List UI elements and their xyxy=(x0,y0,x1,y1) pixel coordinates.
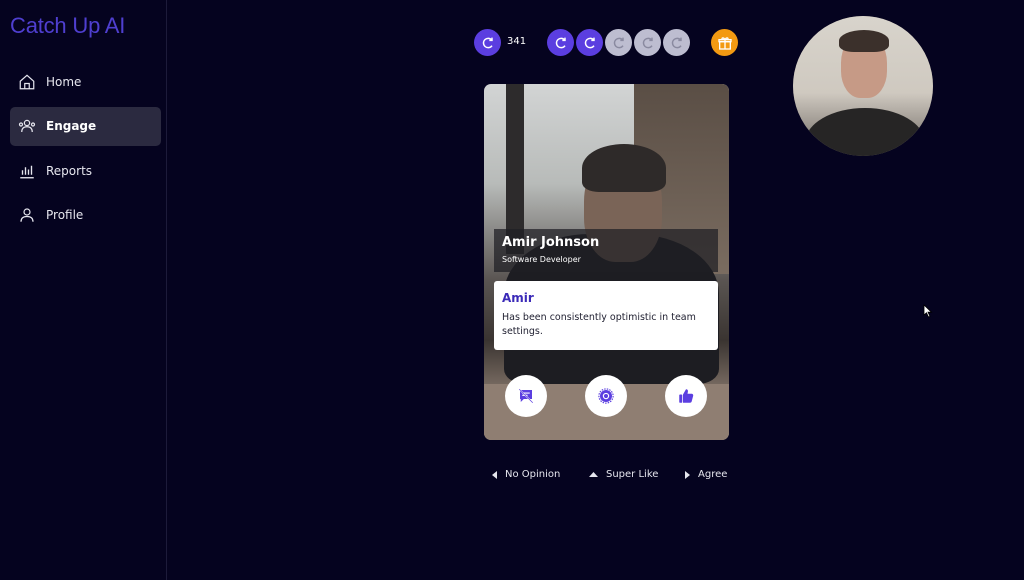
badge-icon xyxy=(598,388,614,404)
arrow-left-icon xyxy=(492,470,497,479)
refresh-coin-icon xyxy=(605,29,632,56)
sidebar: Catch Up AI Home Engage Reports Profile xyxy=(0,0,167,580)
legend-super-like: Super Like xyxy=(589,469,658,480)
comment-author: Amir xyxy=(502,291,534,305)
card-name-strip: Amir Johnson Software Developer xyxy=(494,229,718,272)
refresh-coin-icon xyxy=(474,29,501,56)
card-role: Software Developer xyxy=(502,255,581,264)
card-name: Amir Johnson xyxy=(502,235,600,250)
no-comment-icon xyxy=(518,388,534,404)
sidebar-nav: Home Engage Reports Profile xyxy=(10,62,161,240)
legend-label: Super Like xyxy=(606,469,659,480)
token-count: 341 xyxy=(507,36,527,47)
reports-icon xyxy=(20,165,34,178)
legend-no-opinion: No Opinion xyxy=(492,469,560,480)
sidebar-item-home[interactable]: Home xyxy=(10,62,161,101)
mouse-cursor-icon xyxy=(923,304,933,318)
gift-button[interactable] xyxy=(711,29,738,56)
legend-label: No Opinion xyxy=(505,469,561,480)
comment-text: Has been consistently optimistic in team… xyxy=(502,312,696,337)
refresh-coin-icon xyxy=(576,29,603,56)
refresh-coin-icon xyxy=(663,29,690,56)
gift-icon xyxy=(717,36,732,50)
refresh-coin-icon xyxy=(547,29,574,56)
profile-icon xyxy=(20,208,34,222)
brand-logo: Catch Up AI xyxy=(10,13,126,38)
legend-label: Agree xyxy=(698,469,728,480)
arrow-up-icon xyxy=(589,472,598,477)
no-opinion-button[interactable] xyxy=(505,375,547,417)
sidebar-item-label: Reports xyxy=(46,163,93,178)
sidebar-item-engage[interactable]: Engage xyxy=(10,106,161,146)
thumbs-up-icon xyxy=(679,389,694,403)
sidebar-item-profile[interactable]: Profile xyxy=(10,196,161,235)
super-like-button[interactable] xyxy=(585,375,627,417)
video-feed xyxy=(793,16,933,156)
arrow-right-icon xyxy=(685,470,690,479)
sidebar-item-label: Profile xyxy=(46,208,84,222)
engage-icon xyxy=(18,119,36,133)
agree-button[interactable] xyxy=(665,375,707,417)
comment-box: Amir Has been consistently optimistic in… xyxy=(494,281,718,350)
legend-agree: Agree xyxy=(685,469,727,480)
sidebar-item-label: Home xyxy=(46,74,82,89)
sidebar-item-label: Engage xyxy=(46,119,97,133)
sidebar-item-reports[interactable]: Reports xyxy=(10,151,161,190)
home-icon xyxy=(19,73,35,89)
refresh-coin-icon xyxy=(634,29,661,56)
